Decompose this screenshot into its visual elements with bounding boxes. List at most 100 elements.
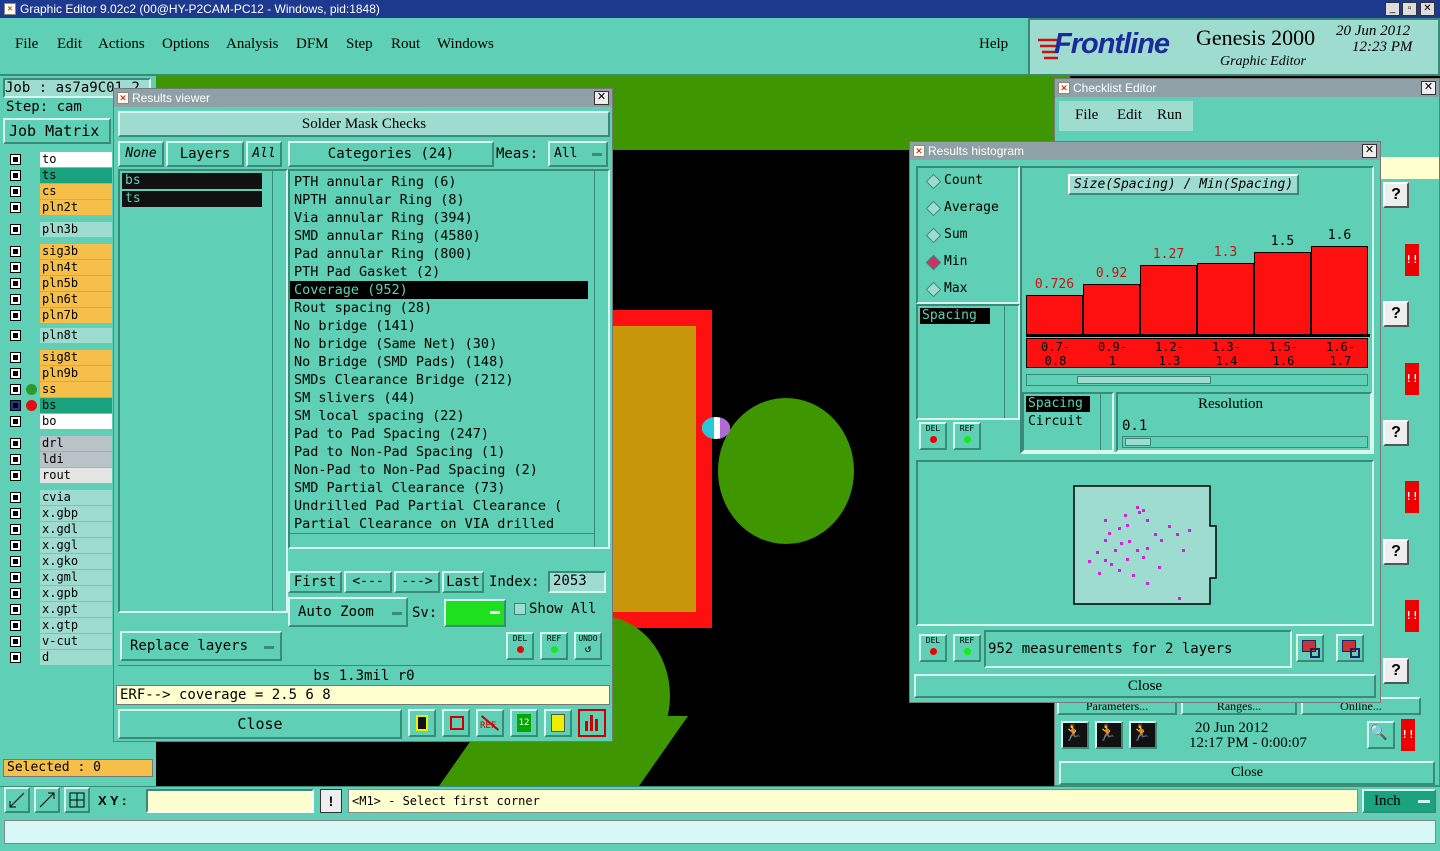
layer-row[interactable]: ldi <box>6 452 112 467</box>
help-menu[interactable]: Help <box>979 36 1008 53</box>
category-item[interactable]: Coverage (952) <box>290 281 588 299</box>
grid-icon[interactable] <box>64 787 90 813</box>
hist-ref-button-2[interactable]: REF <box>953 634 981 662</box>
results-viewer-close-icon[interactable]: ✕ <box>594 91 609 105</box>
results-viewer-close-button[interactable]: Close <box>118 709 402 739</box>
layer-checkbox[interactable] <box>10 224 21 235</box>
auto-zoom-dropdown[interactable]: Auto Zoom <box>288 597 408 627</box>
layers-button[interactable]: Layers <box>166 141 244 167</box>
layer-checkbox[interactable] <box>10 294 21 305</box>
result-layer-item[interactable]: bs <box>122 173 262 189</box>
layer-name[interactable]: pln2t <box>40 200 112 215</box>
alert-button[interactable]: ! <box>320 789 342 813</box>
layer-name[interactable]: pln8t <box>40 328 112 343</box>
job-matrix-button[interactable]: Job Matrix <box>3 118 111 144</box>
layer-checkbox[interactable] <box>10 492 21 503</box>
category-item[interactable]: Pad annular Ring (800) <box>290 245 588 263</box>
layer-name[interactable]: x.gpt <box>40 602 112 617</box>
histogram-titlebar[interactable]: ✕ Results histogram ✕ <box>910 142 1380 160</box>
menu-analysis[interactable]: Analysis <box>226 36 279 53</box>
categories-hscrollbar[interactable] <box>290 533 594 547</box>
del-button[interactable]: DEL <box>506 632 534 660</box>
layer-name[interactable]: x.gdl <box>40 522 112 537</box>
units-dropdown[interactable]: Inch <box>1362 789 1436 813</box>
result-layer-item[interactable]: ts <box>122 191 262 207</box>
layer-checkbox[interactable] <box>10 572 21 583</box>
categories-scrollbar[interactable] <box>594 171 608 547</box>
histogram-bar[interactable] <box>1083 284 1140 336</box>
layer-checkbox[interactable] <box>10 470 21 481</box>
layer-checkbox[interactable] <box>10 636 21 647</box>
layer-checkbox[interactable] <box>10 556 21 567</box>
layer-row[interactable]: rout <box>6 468 112 483</box>
highlight-icon[interactable] <box>408 709 436 737</box>
hist-del-button[interactable]: DEL <box>919 422 947 450</box>
ref-button[interactable]: REF <box>540 632 568 660</box>
all-layers-button[interactable]: All <box>246 141 282 167</box>
layer-row[interactable]: bs <box>6 398 112 413</box>
layer-name[interactable]: x.ggl <box>40 538 112 553</box>
layer-name[interactable]: pln7b <box>40 308 112 323</box>
menu-step[interactable]: Step <box>346 36 373 53</box>
layer-row[interactable]: pln2t <box>6 200 112 215</box>
category-item[interactable]: SM slivers (44) <box>290 389 588 407</box>
histogram-close-button[interactable]: Close <box>914 674 1376 698</box>
layer-checkbox[interactable] <box>10 170 21 181</box>
mode-radio-max[interactable]: Max <box>922 278 1018 300</box>
layer-row[interactable]: pln4t <box>6 260 112 275</box>
layer-checkbox[interactable] <box>10 186 21 197</box>
category-item[interactable]: SMDs Clearance Bridge (212) <box>290 371 588 389</box>
mode-radio-count[interactable]: Count <box>922 170 1018 192</box>
layer-row[interactable]: x.gpt <box>6 602 112 617</box>
layer-checkbox[interactable] <box>10 588 21 599</box>
layer-name[interactable]: rout <box>40 468 112 483</box>
run-checked-icon[interactable]: 🏃 <box>1129 721 1157 749</box>
menu-options[interactable]: Options <box>162 36 210 53</box>
first-button[interactable]: First <box>288 571 342 593</box>
layer-checkbox[interactable] <box>10 278 21 289</box>
checklist-close-icon[interactable]: ✕ <box>1421 81 1436 95</box>
run-all-icon[interactable]: 🏃 <box>1095 721 1123 749</box>
layer-row[interactable]: ss <box>6 382 112 397</box>
layer-name[interactable]: ts <box>40 168 112 183</box>
hist-del-button-2[interactable]: DEL <box>919 634 947 662</box>
layer-checkbox[interactable] <box>10 246 21 257</box>
last-button[interactable]: Last <box>442 571 484 593</box>
menu-windows[interactable]: Windows <box>437 36 494 53</box>
checklist-menu-item[interactable]: Edit <box>1117 107 1142 124</box>
checklist-close-button[interactable]: Close <box>1059 761 1435 785</box>
category-item[interactable]: Via annular Ring (394) <box>290 209 588 227</box>
results-viewer-titlebar[interactable]: ✕ Results viewer ✕ <box>114 89 612 107</box>
mode-radio-min[interactable]: Min <box>922 251 1018 273</box>
layer-checkbox[interactable] <box>10 604 21 615</box>
layer-name[interactable]: v-cut <box>40 634 112 649</box>
category-item[interactable]: Non-Pad to Non-Pad Spacing (2) <box>290 461 588 479</box>
layer-checkbox[interactable] <box>10 330 21 341</box>
histogram-bar[interactable] <box>1254 251 1311 336</box>
category-item[interactable]: Rout spacing (28) <box>290 299 588 317</box>
histogram-bar[interactable] <box>1197 262 1254 336</box>
minimize-button[interactable]: _ <box>1385 2 1400 16</box>
category-item[interactable]: No Bridge (SMD Pads) (148) <box>290 353 588 371</box>
layer-name[interactable]: pln5b <box>40 276 112 291</box>
attr-item[interactable]: Circuit <box>1026 414 1090 430</box>
zoom-area-icon[interactable] <box>34 787 60 813</box>
meas-dropdown[interactable]: All <box>548 141 608 167</box>
layer-row[interactable]: x.gko <box>6 554 112 569</box>
layer-name[interactable]: sig8t <box>40 350 112 365</box>
number-icon[interactable]: 12 <box>510 709 538 737</box>
layer-name[interactable]: x.gml <box>40 570 112 585</box>
report-icon[interactable] <box>544 709 572 737</box>
layer-name[interactable]: pln4t <box>40 260 112 275</box>
layer-row[interactable]: x.gpb <box>6 586 112 601</box>
layer-checkbox[interactable] <box>10 438 21 449</box>
index-field[interactable]: 2053 <box>548 571 606 593</box>
category-item[interactable]: PTH Pad Gasket (2) <box>290 263 588 281</box>
checklist-menu-item[interactable]: Run <box>1157 107 1182 124</box>
layer-row[interactable]: pln6t <box>6 292 112 307</box>
layer-name[interactable]: pln6t <box>40 292 112 307</box>
next-button[interactable]: ---> <box>394 571 440 593</box>
undo-button[interactable]: UNDO ↺ <box>574 632 602 660</box>
attr-scrollbar[interactable] <box>1100 394 1112 450</box>
layer-row[interactable]: to <box>6 152 112 167</box>
